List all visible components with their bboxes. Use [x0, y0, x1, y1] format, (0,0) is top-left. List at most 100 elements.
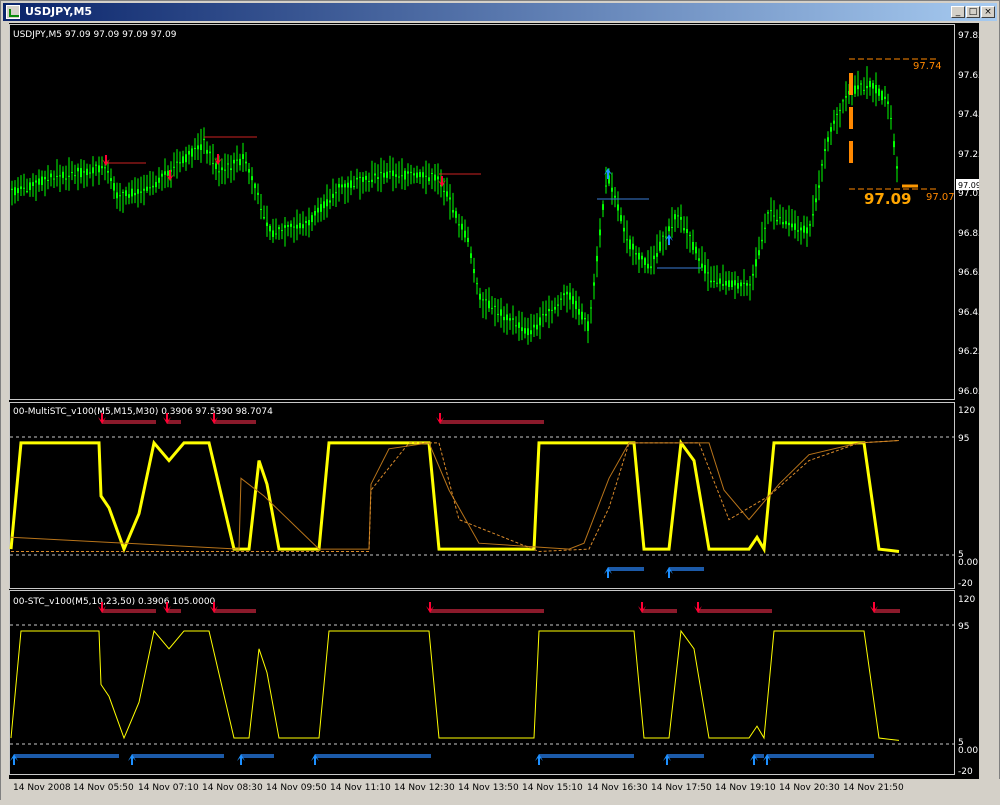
candle-body [638, 252, 640, 260]
candle-body [878, 88, 880, 96]
candle-body [596, 255, 598, 262]
candle-body [41, 176, 43, 186]
multistc-m5-line [9, 438, 900, 554]
candle-body [719, 278, 721, 284]
candle-body [782, 222, 784, 225]
chart-area[interactable]: USDJPY,M5 97.09 97.09 97.09 97.09 00-Mul… [9, 23, 984, 779]
candle-body [371, 179, 373, 182]
candle-body [797, 230, 799, 232]
candle-body [218, 171, 220, 173]
candle-body [140, 191, 142, 193]
candle-body [329, 200, 331, 203]
level-label: 0.00 [958, 746, 978, 756]
candle-body [626, 239, 628, 241]
time-label: 14 Nov 21:50 [843, 783, 904, 793]
candle-body [149, 187, 151, 189]
candle-body [518, 322, 520, 328]
candle-body [815, 198, 817, 203]
candle-body [164, 171, 166, 175]
candle-body [77, 167, 79, 172]
candle-body [863, 89, 865, 91]
candle-body [539, 317, 541, 326]
candle-body [98, 165, 100, 173]
candle-body [155, 181, 157, 188]
time-label: 14 Nov 09:50 [266, 783, 327, 793]
candle-body [290, 223, 292, 227]
restore-button[interactable]: □ [966, 6, 980, 18]
candle-body [167, 170, 169, 176]
candle-body [113, 183, 115, 191]
candle-body [92, 167, 94, 174]
candle-body [887, 101, 889, 105]
candle-body [749, 284, 751, 286]
candle-body [641, 255, 643, 260]
candle-body [692, 242, 694, 250]
candle-body [26, 191, 28, 193]
minimize-button[interactable]: _ [951, 6, 965, 18]
candle-body [404, 170, 406, 180]
stc-line [10, 629, 900, 741]
candle-body [572, 296, 574, 305]
candle-body [104, 167, 106, 169]
candle-body [821, 164, 823, 166]
candle-body [512, 318, 514, 320]
time-label: 14 Nov 08:30 [202, 783, 263, 793]
candle-body [221, 167, 223, 171]
candle-body [725, 280, 727, 286]
candle-body [881, 91, 883, 101]
window-titlebar[interactable]: USDJPY,M5 _ □ × [3, 3, 997, 21]
candle-body [317, 207, 319, 213]
chart-canvas[interactable]: USDJPY,M5 97.09 97.09 97.09 97.09 00-Mul… [9, 23, 984, 779]
candle-body [635, 253, 637, 255]
candle-body [764, 227, 766, 229]
candle-body [365, 175, 367, 180]
candle-body [683, 228, 685, 231]
candle-body [269, 225, 271, 232]
candle-body [134, 192, 136, 196]
time-axis: 14 Nov 2008 14 Nov 05:50 14 Nov 07:10 14… [1, 779, 1000, 801]
main-signal-lines [104, 58, 939, 269]
candle-body [257, 192, 259, 195]
candle-body [179, 162, 181, 164]
candle-body [182, 156, 184, 164]
candle-body [11, 188, 13, 191]
candle-body [698, 258, 700, 261]
candle-body [731, 280, 733, 288]
multistc-pane-header: 00-MultiSTC_v100(M5,M15,M30) 0.3906 97.5… [13, 407, 273, 417]
candle-body [695, 246, 697, 254]
level-label: 120 [958, 595, 975, 605]
time-label: 14 Nov 19:10 [715, 783, 776, 793]
candle-body [533, 324, 535, 328]
candle-body [800, 227, 802, 231]
candle-body [575, 300, 577, 310]
candle-body [413, 173, 415, 176]
candle-body [611, 187, 613, 192]
candle-body [665, 236, 667, 238]
candle-body [251, 176, 253, 181]
candle-body [407, 171, 409, 174]
candle-body [425, 175, 427, 177]
multistc-axis: 120 95 5 0.00 -20 [958, 406, 978, 589]
level-label: 95 [958, 434, 969, 444]
stc-pane-header: 00-STC_v100(M5,10,23,50) 0.3906 105.0000 [13, 597, 216, 607]
close-button[interactable]: × [981, 6, 995, 18]
time-label: 14 Nov 13:50 [458, 783, 519, 793]
candle-body [419, 172, 421, 177]
candle-body [830, 127, 832, 132]
price-scale-scrollbar[interactable] [981, 23, 997, 779]
candle-body [470, 253, 472, 259]
candle-body [728, 280, 730, 287]
candle-body [809, 224, 811, 226]
stc-pane-frame [9, 590, 955, 775]
candle-body [260, 208, 262, 210]
candle-body [785, 221, 787, 225]
candle-body [461, 223, 463, 230]
candle-body [395, 174, 397, 177]
sell-arrow-icon [438, 176, 446, 187]
level-low-label: 97.07 [926, 192, 955, 203]
candle-body [392, 170, 394, 177]
candle-body [530, 330, 532, 335]
candle-body [212, 163, 214, 165]
candle-body [56, 175, 58, 177]
candle-body [245, 161, 247, 164]
